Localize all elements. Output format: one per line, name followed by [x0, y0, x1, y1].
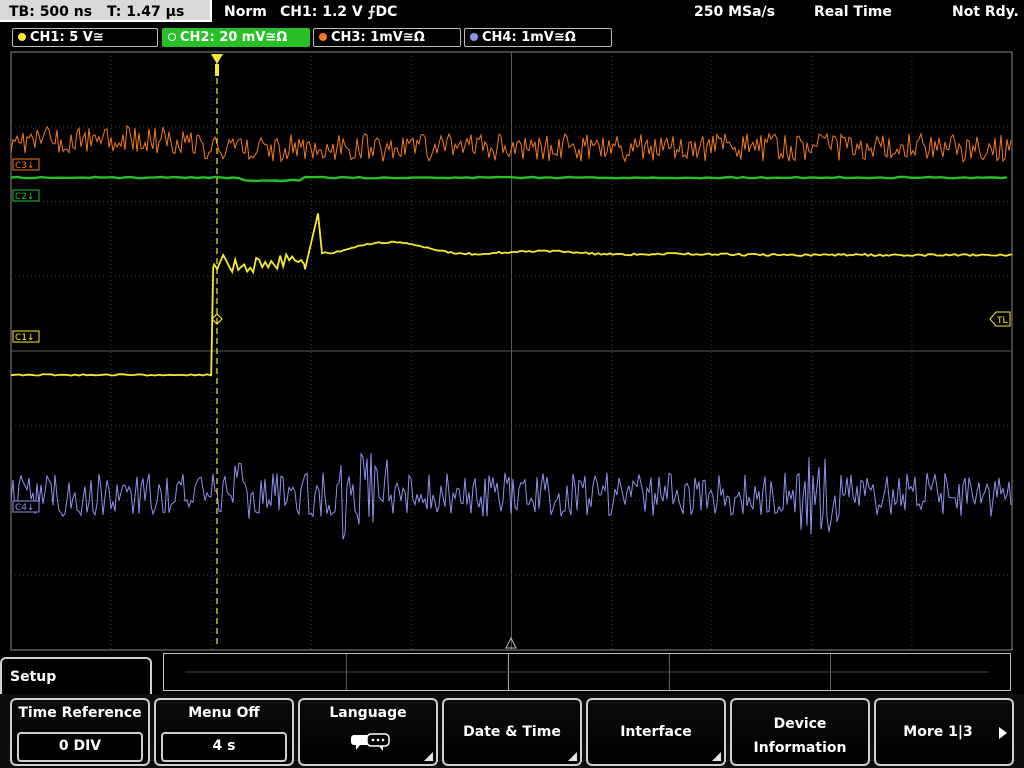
softkey-label: Interface [620, 724, 692, 740]
ch4-marker-label: C4↓ [15, 503, 35, 513]
softkey-label-line2: Information [753, 740, 847, 756]
ch4-color-dot [470, 33, 478, 41]
ch1-marker-label: C1↓ [15, 333, 35, 343]
acquisition-mode: Real Time [814, 4, 892, 20]
more-softkey[interactable]: More 1|3 [874, 698, 1014, 766]
channel-tab-label: CH3: 1mV≅Ω [331, 30, 425, 45]
trigger-offset-value: T: 1.47 µs [106, 4, 185, 20]
speech-bubbles-icon [351, 733, 390, 751]
device-information-softkey[interactable]: Device Information [730, 698, 870, 766]
channel-tab-label: CH2: 20 mV≅Ω [180, 30, 288, 45]
trigger-mode[interactable]: Norm [224, 0, 267, 24]
zoom-overview-strip[interactable] [163, 653, 1011, 691]
submenu-corner-icon [424, 752, 433, 761]
channel-tab-ch4[interactable]: CH4: 1mV≅Ω [464, 28, 612, 47]
timebase-value: TB: 500 ns [9, 4, 93, 20]
next-page-arrow-icon [999, 727, 1007, 739]
trigger-setting[interactable]: CH1: 1.2 V ⨍DC [280, 0, 397, 24]
ch3-ground-marker[interactable]: C3↓ [12, 158, 40, 171]
softkey-label: Date & Time [463, 724, 561, 740]
softkey-label: Menu Off [188, 705, 260, 721]
ch3-marker-label: C3↓ [15, 161, 35, 171]
ch2-color-dot [168, 33, 176, 41]
channel-tab-label: CH1: 5 V≅ [30, 30, 104, 45]
submenu-corner-icon [568, 752, 577, 761]
waveform-display[interactable]: C3↓ C2↓ C1↓ C4↓ TL [0, 50, 1024, 652]
channel-tab-ch2[interactable]: CH2: 20 mV≅Ω [162, 28, 310, 47]
submenu-corner-icon [712, 752, 721, 761]
channel-tab-ch3[interactable]: CH3: 1mV≅Ω [313, 28, 461, 47]
time-reference-softkey[interactable]: Time Reference 0 DIV [10, 698, 150, 766]
softkey-label-line1: Device [773, 716, 827, 732]
trigger-marker-stem [215, 64, 219, 76]
channel-tab-ch1[interactable]: CH1: 5 V≅ [12, 28, 158, 47]
trigger-status: Not Rdy. [952, 4, 1019, 20]
softkey-label: Device Information [732, 712, 868, 760]
ch4-ground-marker[interactable]: C4↓ [12, 500, 40, 513]
trigger-level-label: TL [996, 316, 1008, 326]
softkey-label: Time Reference [18, 705, 142, 721]
interface-softkey[interactable]: Interface [586, 698, 726, 766]
menu-title: Setup [10, 669, 57, 685]
ch2-marker-label: C2↓ [15, 192, 35, 202]
menu-title-tab: Setup [0, 657, 152, 697]
status-bar: TB: 500 ns T: 1.47 µs Norm CH1: 1.2 V ⨍D… [0, 0, 1024, 24]
ch2-ground-marker[interactable]: C2↓ [12, 189, 40, 202]
ch1-color-dot [18, 33, 26, 41]
time-reference-value[interactable]: 0 DIV [17, 732, 143, 762]
ch1-ground-marker[interactable]: C1↓ [12, 330, 40, 343]
ch3-color-dot [319, 33, 327, 41]
softkey-label: More 1|3 [903, 724, 973, 740]
date-time-softkey[interactable]: Date & Time [442, 698, 582, 766]
language-softkey[interactable]: Language [298, 698, 438, 766]
timebase-box[interactable]: TB: 500 ns T: 1.47 µs [0, 0, 212, 22]
menu-off-softkey[interactable]: Menu Off 4 s [154, 698, 294, 766]
softkey-label: Language [329, 705, 407, 721]
sample-rate: 250 MSa/s [694, 4, 776, 20]
channel-tab-label: CH4: 1mV≅Ω [482, 30, 576, 45]
menu-off-value[interactable]: 4 s [161, 732, 287, 762]
